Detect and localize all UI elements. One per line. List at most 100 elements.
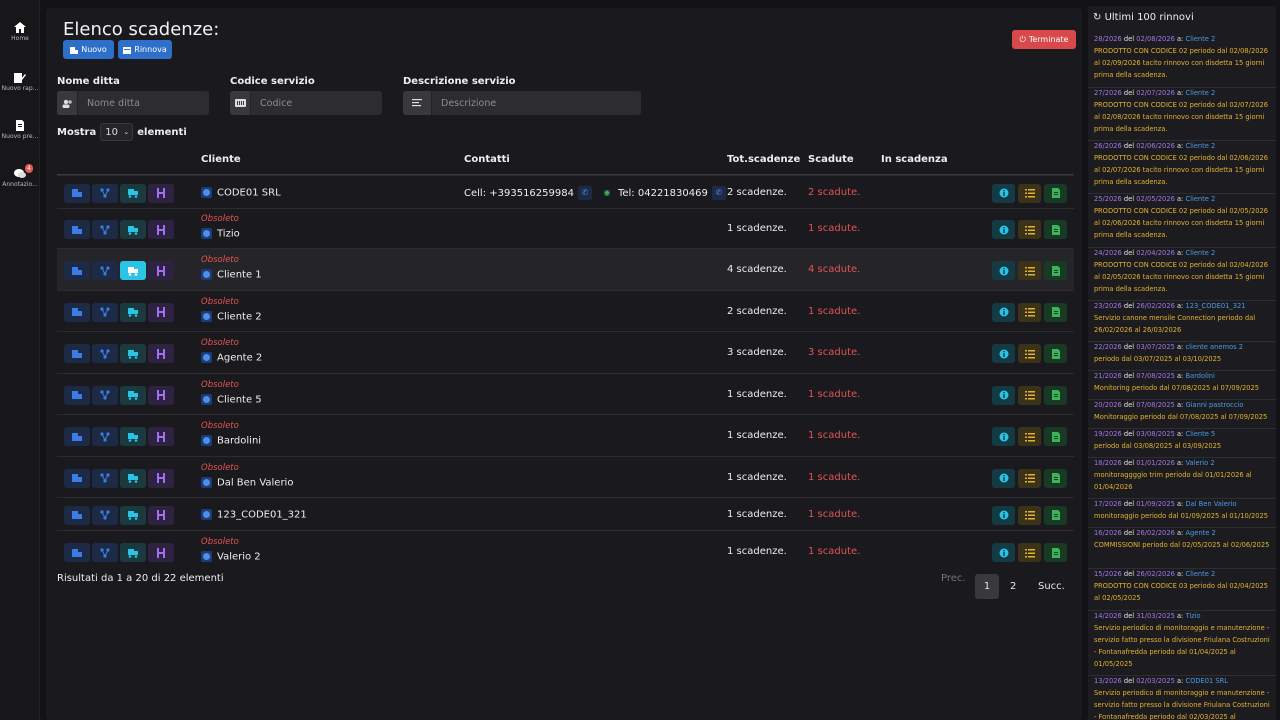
col-header-total[interactable]: Tot.scadenze [727, 154, 800, 165]
cable-button[interactable] [148, 344, 174, 363]
truck-button[interactable] [120, 385, 146, 405]
renewal-entry[interactable]: 17/2026 del 01/09/2025 a: Dal Ben Valeri… [1088, 499, 1276, 528]
export-button[interactable] [1044, 344, 1067, 363]
cable-button[interactable] [148, 220, 174, 239]
renewal-entry[interactable]: 27/2026 del 02/07/2026 a: Cliente 2 PRODO… [1088, 88, 1276, 141]
list-button[interactable] [1018, 261, 1041, 280]
list-button[interactable] [1018, 302, 1041, 322]
details-button[interactable] [992, 344, 1015, 363]
renewal-client[interactable]: Cliente 2 [1185, 89, 1215, 97]
network-button[interactable] [92, 220, 118, 239]
network-button[interactable] [92, 385, 118, 405]
network-button[interactable] [92, 344, 118, 363]
prev-page-link[interactable]: Prec. [941, 573, 966, 584]
list-button[interactable] [1018, 385, 1041, 405]
renewal-entry[interactable]: 13/2026 del 02/03/2025 a: CODE01 SRL Serv… [1088, 676, 1276, 720]
new-button[interactable]: Nuovo [63, 40, 114, 59]
renewal-client[interactable]: Cliente 2 [1185, 249, 1215, 257]
details-button[interactable] [992, 302, 1015, 322]
renewal-client[interactable]: Bardolini [1185, 372, 1214, 380]
renewal-entry[interactable]: 28/2026 del 02/08/2026 a: Cliente 2 PRODO… [1088, 34, 1276, 88]
renewal-entry[interactable]: 25/2026 del 02/05/2026 a: Cliente 2 PRODO… [1088, 194, 1276, 248]
truck-button[interactable] [120, 344, 146, 363]
truck-button[interactable] [120, 505, 146, 525]
renewal-client[interactable]: Cliente 2 [1185, 35, 1215, 43]
client-button[interactable] [64, 543, 90, 562]
renewal-entry[interactable]: 21/2026 del 07/08/2025 a: Bardolini Monit… [1088, 371, 1276, 400]
renewal-client[interactable]: Dal Ben Valerio [1185, 500, 1236, 508]
client-button[interactable] [64, 468, 90, 488]
details-button[interactable] [992, 468, 1015, 488]
cable-button[interactable] [148, 427, 174, 446]
renewal-entry[interactable]: 14/2026 del 31/03/2025 a: Tizio Servizio … [1088, 611, 1276, 676]
network-button[interactable] [92, 302, 118, 322]
client-button[interactable] [64, 220, 90, 239]
cable-button[interactable] [148, 543, 174, 562]
cable-button[interactable] [148, 302, 174, 322]
client-button[interactable] [64, 385, 90, 405]
info-icon[interactable] [201, 551, 212, 562]
export-button[interactable] [1044, 543, 1067, 562]
list-button[interactable] [1018, 468, 1041, 488]
list-button[interactable] [1018, 183, 1041, 203]
network-button[interactable] [92, 427, 118, 446]
details-button[interactable] [992, 543, 1015, 562]
col-header-contacts[interactable]: Contatti [464, 154, 510, 165]
renewal-client[interactable]: Tizio [1185, 612, 1200, 620]
info-icon[interactable] [201, 352, 212, 363]
page-2-button[interactable]: 2 [1010, 581, 1016, 592]
page-length-select[interactable]: 10 ⌄ [100, 123, 134, 141]
list-button[interactable] [1018, 427, 1041, 446]
export-button[interactable] [1044, 505, 1067, 525]
terminated-button[interactable]: ⏻ Terminate [1012, 30, 1076, 49]
cable-button[interactable] [148, 505, 174, 525]
truck-button[interactable] [120, 183, 146, 203]
phone-icon[interactable]: ✆ [711, 185, 726, 200]
cable-button[interactable] [148, 183, 174, 203]
client-button[interactable] [64, 302, 90, 322]
sidebar-item-home[interactable]: Home [0, 22, 40, 42]
network-button[interactable] [92, 468, 118, 488]
renewal-client[interactable]: CODE01 SRL [1185, 677, 1228, 685]
renewal-client[interactable]: Cliente 5 [1185, 430, 1215, 438]
details-button[interactable] [992, 261, 1015, 280]
details-button[interactable] [992, 183, 1015, 203]
client-button[interactable] [64, 427, 90, 446]
info-icon[interactable] [201, 476, 212, 488]
renewal-entry[interactable]: 24/2026 del 02/04/2026 a: Cliente 2 PRODO… [1088, 248, 1276, 301]
cable-button[interactable] [148, 261, 174, 280]
network-button[interactable] [92, 261, 118, 280]
next-page-link[interactable]: Succ. [1038, 581, 1065, 592]
network-button[interactable] [92, 183, 118, 203]
network-button[interactable] [92, 505, 118, 525]
truck-button[interactable] [120, 427, 146, 446]
renewal-entry[interactable]: 22/2026 del 03/07/2025 a: cliente anemos… [1088, 342, 1276, 371]
network-button[interactable] [92, 543, 118, 562]
renewal-entry[interactable]: 23/2026 del 26/02/2026 a: 123_CODE01_321… [1088, 301, 1276, 342]
phone-icon[interactable]: ✆ [577, 185, 592, 200]
client-button[interactable] [64, 183, 90, 203]
renewal-entry[interactable]: 15/2026 del 26/02/2026 a: Cliente 2 PRODO… [1088, 569, 1276, 611]
client-button[interactable] [64, 505, 90, 525]
truck-button[interactable] [120, 302, 146, 322]
col-header-expired[interactable]: Scadute [808, 154, 854, 165]
export-button[interactable] [1044, 261, 1067, 280]
renewal-client[interactable]: cliente anemos 2 [1185, 343, 1243, 351]
client-button[interactable] [64, 344, 90, 363]
list-button[interactable] [1018, 505, 1041, 525]
list-button[interactable] [1018, 543, 1041, 562]
details-button[interactable] [992, 427, 1015, 446]
truck-button[interactable] [120, 468, 146, 488]
details-button[interactable] [992, 385, 1015, 405]
desc-search-input[interactable] [432, 91, 641, 115]
truck-button[interactable] [120, 261, 146, 280]
page-1-button[interactable]: 1 [975, 574, 999, 599]
sidebar-item-new-quote[interactable]: Nuovo pre... [0, 120, 40, 140]
list-button[interactable] [1018, 344, 1041, 363]
export-button[interactable] [1044, 427, 1067, 446]
renewal-entry[interactable]: 26/2026 del 02/06/2026 a: Cliente 2 PRODO… [1088, 141, 1276, 194]
export-button[interactable] [1044, 468, 1067, 488]
code-search-input[interactable] [251, 91, 382, 115]
export-button[interactable] [1044, 302, 1067, 322]
truck-button[interactable] [120, 543, 146, 562]
